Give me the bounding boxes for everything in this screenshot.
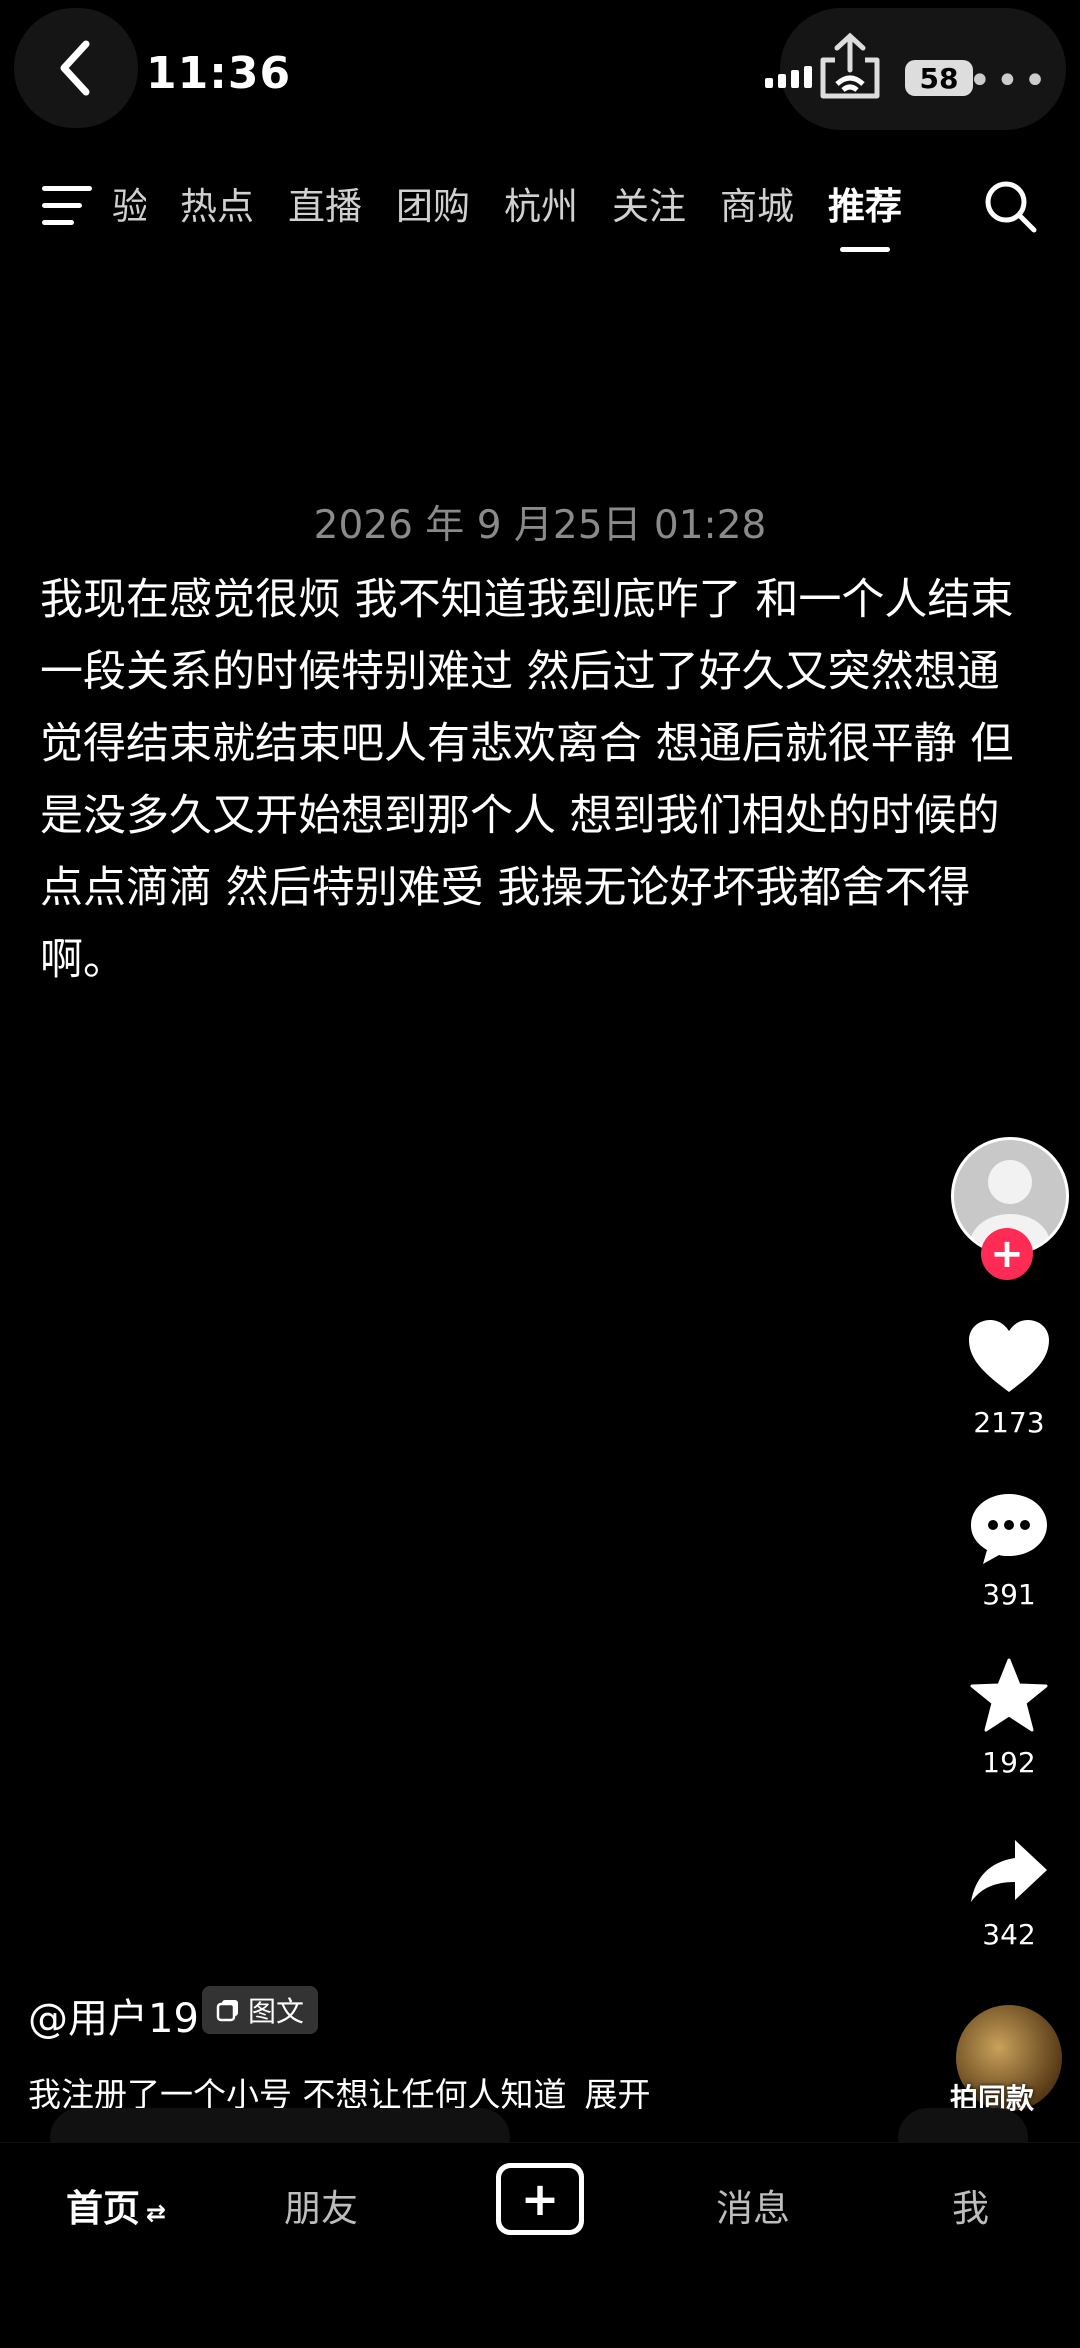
comment-button[interactable]: 391 (940, 1490, 1078, 1611)
like-button[interactable]: 2173 (940, 1318, 1078, 1439)
tab-mall[interactable]: 商城 (720, 176, 794, 230)
post-type-badge: 图文 (202, 1986, 319, 2034)
battery-indicator: 58 (905, 60, 973, 96)
follow-plus-icon[interactable]: + (981, 1228, 1033, 1280)
favorite-count: 192 (982, 1746, 1036, 1779)
create-post-button[interactable]: + (496, 2163, 584, 2235)
swap-icon: ⇄ (146, 2199, 167, 2227)
plus-icon: + (501, 2168, 579, 2230)
tab-partial[interactable]: 验 (112, 176, 146, 230)
post-type-label: 图文 (248, 1995, 305, 2028)
tab-recommended[interactable]: 推荐 (828, 176, 902, 252)
comment-icon (971, 1494, 1047, 1564)
tab-group-buy[interactable]: 团购 (396, 176, 470, 230)
share-arrow-icon (971, 1840, 1047, 1902)
author-name[interactable]: @用户19 (28, 1986, 199, 2044)
nav-friends[interactable]: 朋友 (284, 2178, 358, 2232)
heart-icon (969, 1320, 1049, 1392)
more-dots-icon[interactable]: ••• (968, 58, 1051, 104)
favorite-button[interactable]: 192 (940, 1658, 1078, 1779)
nav-home-label: 首页 (66, 2187, 140, 2230)
tab-live[interactable]: 直播 (288, 176, 362, 230)
post-date: 2026 年 9 月25日 01:28 (313, 503, 767, 548)
nav-home[interactable]: 首页 ⇄ (66, 2178, 166, 2232)
back-button[interactable] (14, 8, 138, 128)
share-count: 342 (982, 1918, 1036, 1951)
post-text: 我现在感觉很烦 我不知道我到底咋了 和一个人结束一段关系的时候特别难过 然后过了… (40, 575, 1014, 985)
search-icon[interactable] (982, 178, 1040, 236)
like-count: 2173 (973, 1406, 1045, 1439)
signal-icon (765, 66, 812, 88)
nav-messages[interactable]: 消息 (716, 2178, 790, 2232)
tab-hangzhou[interactable]: 杭州 (504, 176, 578, 230)
image-text-icon (216, 2000, 238, 2022)
chevron-left-icon (60, 40, 90, 96)
expand-link[interactable]: 展开 (585, 2075, 651, 2114)
tab-hot[interactable]: 热点 (180, 176, 254, 230)
comment-count: 391 (982, 1578, 1036, 1611)
top-tabs: 验 热点 直播 团购 杭州 关注 商城 推荐 (112, 176, 936, 252)
tab-following[interactable]: 关注 (612, 176, 686, 230)
share-button[interactable]: 342 (940, 1836, 1078, 1951)
star-icon (970, 1658, 1048, 1732)
status-time: 11:36 (146, 48, 292, 99)
share-wifi-icon (820, 32, 880, 99)
menu-icon[interactable] (42, 184, 98, 228)
nav-me[interactable]: 我 (952, 2178, 989, 2232)
